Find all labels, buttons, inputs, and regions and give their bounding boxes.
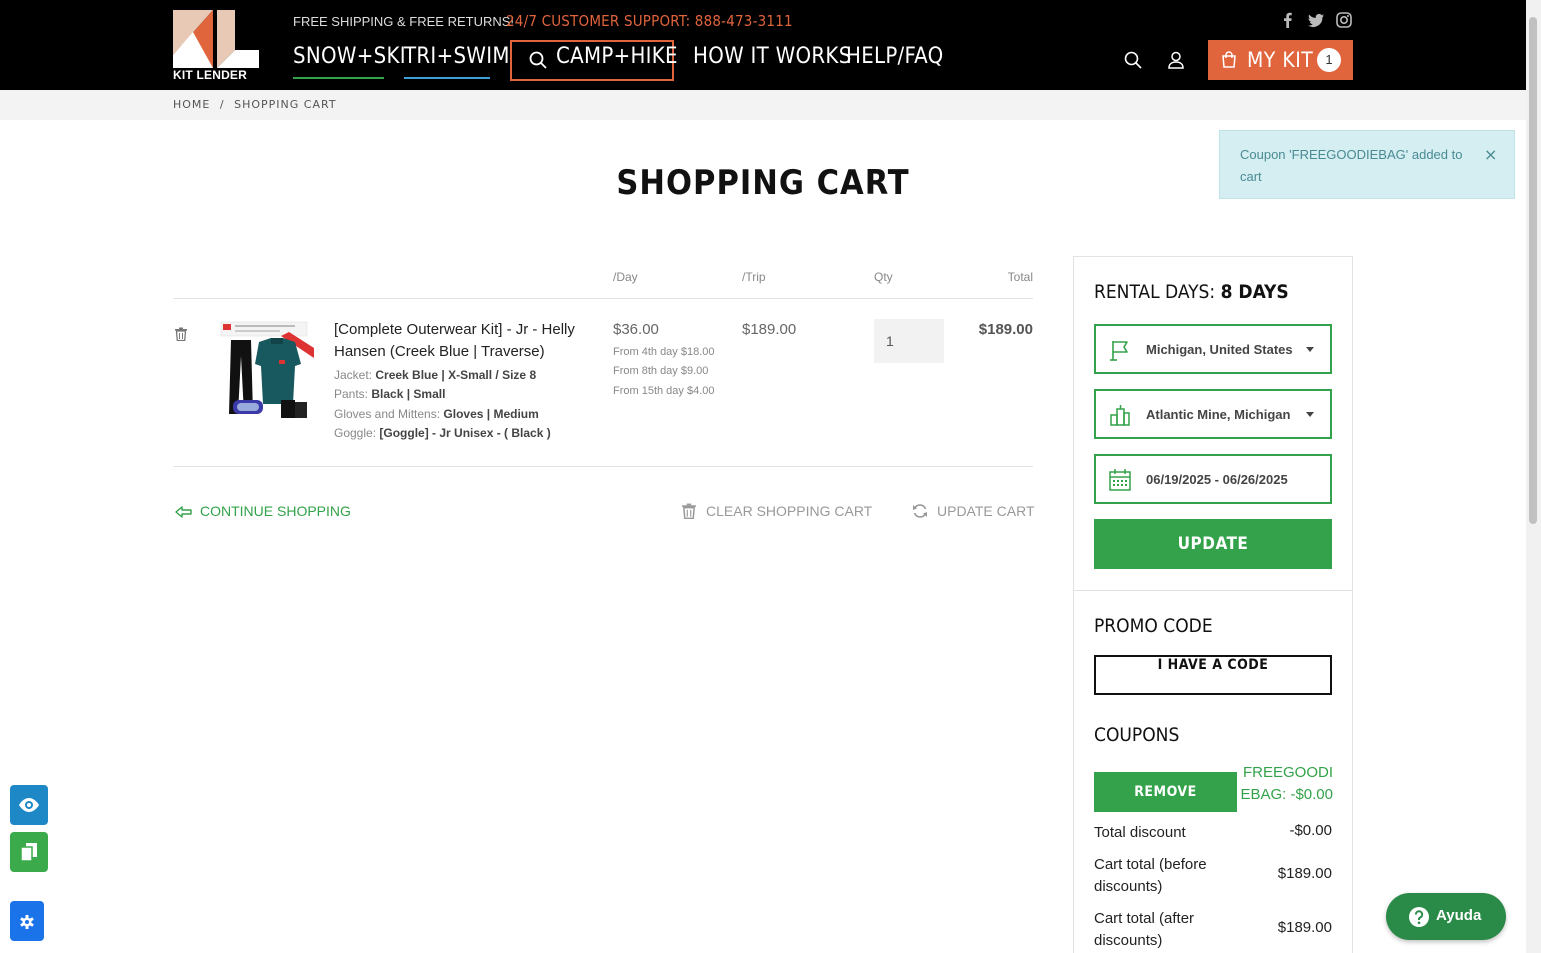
price-tier: From 4th day $18.00 [613,346,715,358]
summary-label: Total discount [1094,824,1186,841]
breadcrumb-current: SHOPPING CART [234,98,337,111]
city-icon [1110,405,1130,426]
top-header: KIT LENDER FREE SHIPPING & FREE RETURNS!… [0,0,1526,90]
summary-label: Cart total (after discounts) [1094,910,1195,949]
breadcrumb-separator: / [219,98,225,111]
divider [173,466,1033,467]
logo-text: KIT LENDER [173,68,247,82]
help-icon [1409,907,1429,927]
clear-cart-label: CLEAR SHOPPING CART [706,503,873,519]
update-cart-button[interactable]: UPDATE CART [912,503,1035,519]
continue-shopping-link[interactable]: CONTINUE SHOPPING [175,503,351,519]
flag-icon [1110,341,1128,361]
chevron-down-icon [1306,412,1314,417]
price-tier: From 8th day $9.00 [613,365,709,377]
search-icon[interactable] [1124,51,1142,69]
attr-pants: Pants: Black | Small [334,387,446,401]
cart-count-badge: 1 [1317,48,1341,72]
settings-button[interactable] [10,901,44,941]
twitter-icon[interactable] [1308,12,1324,28]
promo-code-heading: PROMO CODE [1094,615,1213,637]
my-kit-label: MY KIT [1247,48,1314,72]
line-total: $189.00 [978,321,1033,338]
logo-mark-icon [173,10,259,68]
calendar-icon [1109,469,1131,491]
coupons-heading: COUPONS [1094,724,1180,746]
price-per-trip: $189.00 [742,321,797,338]
product-image[interactable] [219,320,314,420]
state-select-value: Michigan, United States [1146,342,1293,357]
nav-tri-swim-underline [404,77,490,79]
nav-how-it-works[interactable]: HOW IT WORKS [693,44,852,69]
date-range-value: 06/19/2025 - 06/26/2025 [1146,472,1288,487]
clear-cart-button[interactable]: CLEAR SHOPPING CART [681,503,872,519]
shopping-bag-icon [1222,51,1236,68]
nav-snow-ski-underline [293,77,384,79]
support-phone-link[interactable]: 24/7 CUSTOMER SUPPORT: 888-473-3111 [506,12,793,30]
col-header-qty: Qty [874,270,893,284]
nav-camp-hike[interactable]: CAMP+HIKE [510,40,678,81]
price-per-day: $36.00 [613,321,659,338]
nav-tri-swim[interactable]: TRI+SWIM [404,44,510,69]
summary-value: $189.00 [1277,919,1332,936]
page-title: SHOPPING CART [616,163,910,203]
summary-value: $189.00 [1277,865,1332,882]
summary-label: Cart total (before discounts) [1094,856,1207,895]
col-header-day: /Day [613,270,638,284]
instagram-icon[interactable] [1336,12,1352,28]
date-range-field[interactable]: 06/19/2025 - 06/26/2025 [1094,454,1332,504]
attr-gloves: Gloves and Mittens: Gloves | Medium [334,407,539,421]
product-title-link[interactable]: [Complete Outerwear Kit] - Jr - Helly Ha… [334,319,599,363]
col-header-total: Total [1007,270,1033,284]
close-icon[interactable]: × [1484,145,1497,164]
nav-camp-hike-label: CAMP+HIKE [556,44,678,69]
refresh-icon [913,504,927,518]
nav-help-faq[interactable]: HELP/FAQ [846,44,944,69]
applied-coupon: FREEGOODIEBAG: -$0.00 [1240,764,1333,803]
attr-jacket: Jacket: Creek Blue | X-Small / Size 8 [334,368,537,382]
facebook-icon[interactable] [1280,12,1296,28]
divider [173,298,1033,299]
breadcrumb: HOME / SHOPPING CART [173,98,342,111]
breadcrumb-home[interactable]: HOME [173,98,210,111]
summary-value: -$0.00 [1289,822,1332,839]
my-kit-button[interactable]: MY KIT 1 [1208,40,1353,80]
have-code-button[interactable]: I HAVE A CODE [1094,655,1332,695]
rental-days-label: RENTAL DAYS: [1094,281,1216,303]
eye-icon [19,798,39,812]
help-chat-button[interactable]: Ayuda [1386,893,1506,940]
kit-lender-logo[interactable]: KIT LENDER [173,10,259,82]
user-icon[interactable] [1167,51,1185,69]
trash-icon[interactable] [174,327,188,341]
city-select-value: Atlantic Mine, Michigan [1146,407,1291,422]
copy-button[interactable] [10,832,48,872]
search-icon [529,51,547,69]
col-header-trip: /Trip [742,270,766,284]
gear-icon [20,915,34,929]
rental-days-value: 8 DAYS [1220,281,1289,303]
attr-goggle: Goggle: [Goggle] - Jr Unisex - ( Black ) [334,426,551,440]
continue-shopping-label: CONTINUE SHOPPING [200,503,351,519]
help-label: Ayuda [1436,907,1482,924]
arrow-left-icon [175,506,192,518]
update-button[interactable]: UPDATE [1094,519,1332,569]
city-select[interactable]: Atlantic Mine, Michigan [1094,389,1332,439]
price-tier: From 15th day $4.00 [613,385,715,397]
remove-coupon-button[interactable]: REMOVE [1094,772,1237,812]
chevron-down-icon [1306,347,1314,352]
rental-days: RENTAL DAYS: 8 DAYS [1094,281,1289,303]
scrollbar-thumb[interactable] [1529,17,1537,524]
free-shipping-text: FREE SHIPPING & FREE RETURNS! [293,14,515,29]
quantity-input[interactable] [874,319,944,363]
copy-icon [20,843,37,862]
update-cart-label: UPDATE CART [937,503,1035,519]
trash-icon [682,503,696,519]
state-select[interactable]: Michigan, United States [1094,324,1332,374]
accessibility-view-button[interactable] [10,785,48,825]
nav-snow-ski[interactable]: SNOW+SKI [293,44,406,69]
breadcrumb-bar: HOME / SHOPPING CART [0,90,1526,120]
